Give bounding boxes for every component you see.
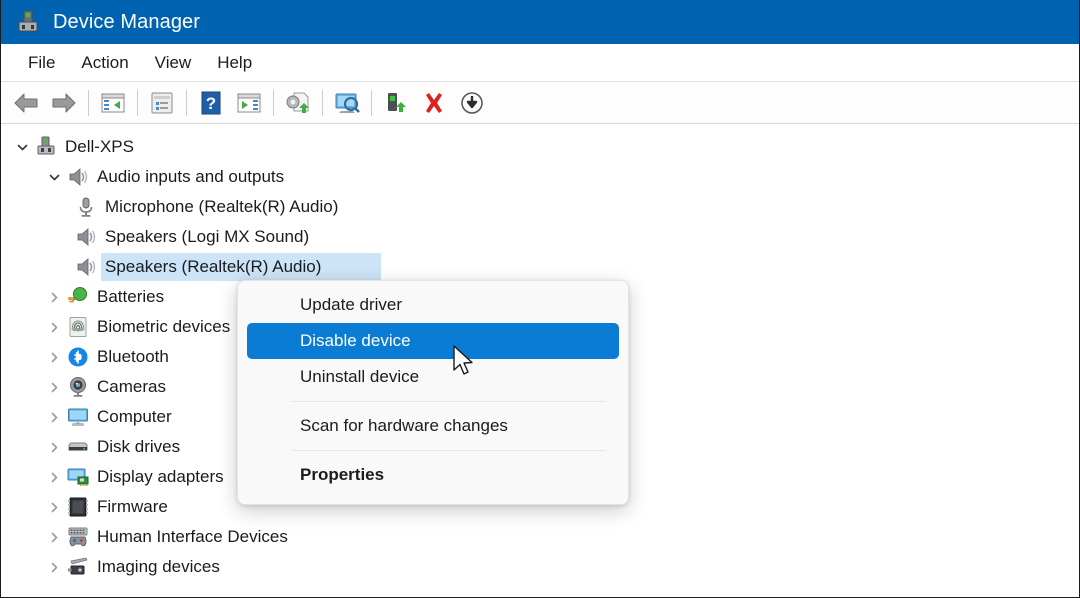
- speaker-icon: [75, 226, 97, 248]
- tree-item-human-interface-devices[interactable]: Human Interface Devices: [1, 522, 1079, 552]
- enable-device-icon[interactable]: [377, 86, 415, 120]
- toolbar-separator: [273, 89, 274, 116]
- menu-bar: File Action View Help: [1, 44, 1079, 82]
- chevron-down-icon[interactable]: [41, 162, 67, 192]
- tree-item-label: Disk drives: [97, 437, 181, 456]
- svg-text:?: ?: [206, 94, 216, 113]
- context-menu-separator: [291, 450, 606, 451]
- tree-item-label: Computer: [97, 407, 172, 426]
- menubar-item-action[interactable]: Action: [68, 51, 141, 75]
- scan-for-hardware-changes-icon[interactable]: [328, 86, 366, 120]
- chevron-down-icon[interactable]: [9, 132, 35, 162]
- device-context-menu[interactable]: Update driver Disable device Uninstall d…: [237, 280, 629, 505]
- battery-icon: [67, 286, 89, 308]
- monitor-icon: [67, 406, 89, 428]
- chevron-right-icon[interactable]: [41, 342, 67, 372]
- tree-item-label: Imaging devices: [97, 557, 220, 576]
- device-manager-window: Device Manager File Action View Help ? D…: [0, 0, 1080, 598]
- computer-device-icon: [35, 136, 57, 158]
- menubar-item-help[interactable]: Help: [204, 51, 265, 75]
- tree-item-label: Speakers (Realtek(R) Audio): [105, 257, 322, 276]
- tree-item-speakers-realtek-audio[interactable]: Speakers (Realtek(R) Audio): [1, 252, 1079, 282]
- properties-icon[interactable]: [143, 86, 181, 120]
- update-driver-icon[interactable]: [279, 86, 317, 120]
- tree-item-speakers-logi-mx-sound[interactable]: Speakers (Logi MX Sound): [1, 222, 1079, 252]
- uninstall-device-icon[interactable]: [415, 86, 453, 120]
- context-menu-item-update-driver[interactable]: Update driver: [247, 287, 619, 323]
- tree-item-label: Audio inputs and outputs: [97, 167, 285, 186]
- display-adapter-icon: [67, 466, 89, 488]
- chevron-right-icon[interactable]: [41, 372, 67, 402]
- tree-item-microphone-realtek-audio[interactable]: Microphone (Realtek(R) Audio): [1, 192, 1079, 222]
- forward-arrow-icon[interactable]: [45, 86, 83, 120]
- chevron-right-icon[interactable]: [41, 402, 67, 432]
- tree-item-label: Microphone (Realtek(R) Audio): [105, 197, 339, 216]
- microphone-icon: [75, 196, 97, 218]
- tree-item-label: Dell-XPS: [65, 137, 134, 156]
- chevron-right-icon[interactable]: [41, 432, 67, 462]
- toolbar-separator: [371, 89, 372, 116]
- fingerprint-icon: [67, 316, 89, 338]
- menubar-item-file[interactable]: File: [15, 51, 68, 75]
- toolbar-separator: [137, 89, 138, 116]
- firmware-chip-icon: [67, 496, 89, 518]
- disable-device-icon[interactable]: [453, 86, 491, 120]
- context-menu-item-scan-for-hardware-changes[interactable]: Scan for hardware changes: [247, 408, 619, 444]
- tree-item-label: Bluetooth: [97, 347, 169, 366]
- tree-item-label: Firmware: [97, 497, 168, 516]
- tree-item-label: Biometric devices: [97, 317, 231, 336]
- context-menu-item-uninstall-device[interactable]: Uninstall device: [247, 359, 619, 395]
- chevron-right-icon[interactable]: [41, 312, 67, 342]
- tree-item-label: Human Interface Devices: [97, 527, 288, 546]
- disk-drive-icon: [67, 436, 89, 458]
- help-icon[interactable]: ?: [192, 86, 230, 120]
- menubar-item-view[interactable]: View: [142, 51, 205, 75]
- context-menu-separator: [291, 401, 606, 402]
- device-manager-icon: [15, 9, 41, 35]
- chevron-right-icon[interactable]: [41, 282, 67, 312]
- chevron-right-icon[interactable]: [41, 522, 67, 552]
- chevron-right-icon[interactable]: [41, 462, 67, 492]
- tree-item-dell-xps[interactable]: Dell-XPS: [1, 132, 1079, 162]
- chevron-right-icon[interactable]: [41, 492, 67, 522]
- context-menu-item-properties[interactable]: Properties: [247, 457, 619, 493]
- speaker-icon: [67, 166, 89, 188]
- speaker-icon: [75, 256, 97, 278]
- toolbar-separator: [322, 89, 323, 116]
- tree-item-label: Speakers (Logi MX Sound): [105, 227, 310, 246]
- camera-icon: [67, 376, 89, 398]
- title-bar: Device Manager: [1, 0, 1079, 44]
- tree-item-imaging-devices[interactable]: Imaging devices: [1, 552, 1079, 582]
- tree-item-label: Batteries: [97, 287, 165, 306]
- imaging-device-icon: [67, 556, 89, 578]
- tree-item-audio-inputs-and-outputs[interactable]: Audio inputs and outputs: [1, 162, 1079, 192]
- context-menu-item-disable-device[interactable]: Disable device: [247, 323, 619, 359]
- bluetooth-icon: [67, 346, 89, 368]
- tree-item-label: Display adapters: [97, 467, 224, 486]
- show-hide-action-pane-icon[interactable]: [230, 86, 268, 120]
- show-hide-console-tree-icon[interactable]: [94, 86, 132, 120]
- toolbar-separator: [88, 89, 89, 116]
- toolbar: ?: [1, 82, 1079, 124]
- back-arrow-icon[interactable]: [7, 86, 45, 120]
- toolbar-separator: [186, 89, 187, 116]
- tree-item-label: Cameras: [97, 377, 166, 396]
- window-title: Device Manager: [53, 10, 201, 33]
- chevron-right-icon[interactable]: [41, 552, 67, 582]
- gamepad-icon: [67, 526, 89, 548]
